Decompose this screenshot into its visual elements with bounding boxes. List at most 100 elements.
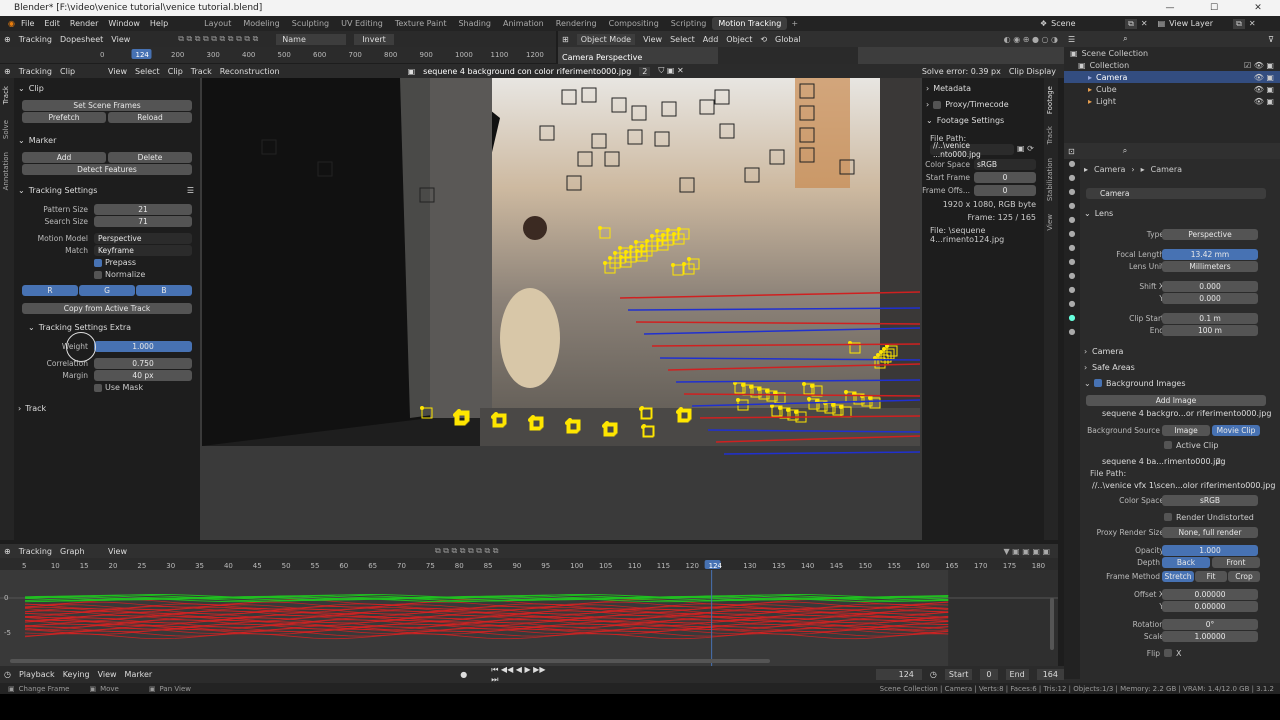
- delete-marker-button[interactable]: Delete: [108, 152, 192, 163]
- set-scene-frames-button[interactable]: Set Scene Frames: [22, 100, 192, 111]
- camera-data-name-field[interactable]: Camera: [1086, 188, 1266, 199]
- menu-file[interactable]: File: [21, 19, 34, 28]
- channel-r-toggle[interactable]: R: [22, 285, 78, 296]
- graph-vscrollbar[interactable]: [1050, 598, 1054, 650]
- dopesheet-ruler[interactable]: 0 124 200 300 400 500 600 700 800 900 1000 1100 1200: [0, 47, 556, 63]
- camera-section[interactable]: Camera: [1092, 347, 1123, 356]
- weight-slider[interactable]: 1.000: [94, 341, 192, 352]
- properties-tab-camera-data-icon[interactable]: ●: [1064, 313, 1080, 327]
- workspace-tab-layout[interactable]: Layout: [198, 17, 237, 30]
- dopesheet-type[interactable]: Dopesheet: [60, 35, 103, 44]
- properties-tab-render-icon[interactable]: ●: [1064, 173, 1080, 187]
- clip-menu-select[interactable]: Select: [135, 67, 160, 76]
- bg-image-item[interactable]: sequene 4 backgro...or riferimento000.jp…: [1102, 409, 1271, 418]
- viewport-camera-view[interactable]: Camera Perspective: [558, 47, 1064, 64]
- timeline-editor-icon[interactable]: ◷: [4, 670, 11, 679]
- graph-display-icons[interactable]: ▼ ▣ ▣ ▣ ▣: [1003, 547, 1050, 556]
- outliner-search-icon[interactable]: ⌕: [1123, 34, 1127, 44]
- channel-b-toggle[interactable]: B: [136, 285, 192, 296]
- outliner-collection[interactable]: ▣ Collection ☑ 👁 ▣: [1064, 59, 1280, 71]
- scale-field[interactable]: 1.00000: [1162, 631, 1258, 642]
- clip-item-users[interactable]: 2: [1216, 457, 1221, 466]
- clip-menu-clip[interactable]: Clip: [168, 67, 183, 76]
- clip-users-count[interactable]: 2: [639, 66, 651, 76]
- pattern-size-field[interactable]: 21: [94, 204, 192, 215]
- frame-offset-field[interactable]: 0: [974, 185, 1036, 196]
- correlation-field[interactable]: 0.750: [94, 358, 192, 369]
- clipstart-field[interactable]: 0.1 m: [1162, 313, 1258, 324]
- bg-source-image[interactable]: Image: [1162, 425, 1210, 436]
- workspace-tab-uv-editing[interactable]: UV Editing: [335, 17, 389, 30]
- colorspace-dropdown[interactable]: sRGB: [974, 159, 1036, 170]
- graph-view-menu[interactable]: View: [108, 547, 127, 556]
- clip-view[interactable]: [200, 78, 922, 540]
- menu-render[interactable]: Render: [70, 19, 98, 28]
- properties-editor-icon[interactable]: ⊡: [1068, 147, 1075, 156]
- record-icon[interactable]: ●: [460, 670, 467, 679]
- properties-tab-view-layer-icon[interactable]: ●: [1064, 201, 1080, 215]
- type-field[interactable]: Perspective: [1162, 229, 1258, 240]
- colorspace-field[interactable]: sRGB: [1162, 495, 1258, 506]
- workspace-tab-compositing[interactable]: Compositing: [603, 17, 665, 30]
- clip-name-field[interactable]: sequene 4 background con color riferimen…: [423, 67, 631, 76]
- timeline-view-menu[interactable]: View: [98, 670, 117, 679]
- workspace-tab-texture-paint[interactable]: Texture Paint: [389, 17, 453, 30]
- graph-mode-dropdown[interactable]: Tracking: [19, 547, 52, 556]
- proxy-section[interactable]: › Proxy/Timecode: [926, 100, 1009, 109]
- outliner-item-cube[interactable]: ▸ Cube 👁 ▣: [1064, 83, 1280, 95]
- visibility-icons[interactable]: ☑ 👁 ▣: [1244, 61, 1274, 70]
- graph-editor-icon[interactable]: ⊕: [4, 547, 11, 556]
- start-frame-field[interactable]: 0: [974, 172, 1036, 183]
- clip-item[interactable]: sequene 4 ba...rimento000.jpg: [1102, 457, 1225, 466]
- track-section[interactable]: › Track: [18, 404, 46, 413]
- properties-tab-object-icon[interactable]: ●: [1064, 243, 1080, 257]
- offx-field[interactable]: 0.00000: [1162, 589, 1258, 600]
- marker-menu[interactable]: Marker: [125, 670, 153, 679]
- safe-areas-section[interactable]: Safe Areas: [1092, 363, 1135, 372]
- bg-images-check-icon[interactable]: [1094, 379, 1102, 387]
- clip-mode-dropdown[interactable]: Tracking: [19, 67, 52, 76]
- clip-editor-icon[interactable]: ⊕: [4, 67, 11, 76]
- folder-icon[interactable]: ▣ ⟳: [1017, 144, 1034, 153]
- maximize-icon[interactable]: ☐: [1192, 0, 1236, 16]
- offy-field[interactable]: 0.00000: [1162, 601, 1258, 612]
- metadata-section[interactable]: › Metadata: [926, 84, 971, 93]
- depth-back[interactable]: Back: [1162, 557, 1210, 568]
- channel-g-toggle[interactable]: G: [79, 285, 135, 296]
- footage-settings-section[interactable]: ⌄ Footage Settings: [926, 116, 1004, 125]
- detect-features-button[interactable]: Detect Features: [22, 164, 192, 175]
- properties-tab-output-icon[interactable]: ●: [1064, 187, 1080, 201]
- add-image-button[interactable]: Add Image: [1086, 395, 1266, 406]
- workspace-tab-animation[interactable]: Animation: [497, 17, 550, 30]
- clip-view-dropdown[interactable]: Clip: [60, 67, 100, 76]
- graph-type-dropdown[interactable]: Graph: [60, 547, 100, 556]
- search-size-field[interactable]: 71: [94, 216, 192, 227]
- bg-filepath-field[interactable]: //..\venice vfx 1\scen...olor riferiment…: [1092, 481, 1275, 490]
- clip-menu-reconstruction[interactable]: Reconstruction: [220, 67, 280, 76]
- workspace-tab-modeling[interactable]: Modeling: [237, 17, 285, 30]
- tracking-editor-icon[interactable]: ⊕: [4, 35, 11, 44]
- properties-tab-tool-icon[interactable]: ●: [1064, 159, 1080, 173]
- marker-section[interactable]: ⌄ Marker: [18, 136, 56, 145]
- prefetch-button[interactable]: Prefetch: [22, 112, 106, 123]
- rotation-field[interactable]: 0°: [1162, 619, 1258, 630]
- orientation-dropdown[interactable]: Global: [775, 35, 801, 44]
- close-icon[interactable]: ✕: [1236, 0, 1280, 16]
- graph-tool-icons[interactable]: ⧉ ⧉ ⧉ ⧉ ⧉ ⧉ ⧉ ⧉: [435, 546, 499, 556]
- flip-x-check-icon[interactable]: [1164, 649, 1172, 657]
- visibility-icons[interactable]: 👁 ▣: [1254, 85, 1274, 94]
- properties-tab-particles-icon[interactable]: ●: [1064, 271, 1080, 285]
- clip-fake-user-icon[interactable]: ⛉ ▣ ✕: [658, 66, 683, 76]
- filepath-field[interactable]: //..\venice ...nto000.jpg: [930, 141, 1014, 159]
- normalize-checkbox[interactable]: Normalize: [94, 270, 145, 279]
- menu-edit[interactable]: Edit: [44, 19, 60, 28]
- orientation-icon[interactable]: ⟲: [760, 35, 767, 44]
- tab-track-r[interactable]: Track: [1046, 126, 1054, 144]
- outliner-scene-collection[interactable]: ▣ Scene Collection: [1064, 47, 1280, 59]
- tab-solve[interactable]: Solve: [2, 120, 10, 139]
- stopwatch-icon[interactable]: ◷: [930, 670, 937, 679]
- proxy-check-icon[interactable]: [933, 100, 942, 109]
- reload-button[interactable]: Reload: [108, 112, 192, 123]
- dopesheet-mode[interactable]: Tracking: [19, 35, 52, 44]
- menu-help[interactable]: Help: [150, 19, 168, 28]
